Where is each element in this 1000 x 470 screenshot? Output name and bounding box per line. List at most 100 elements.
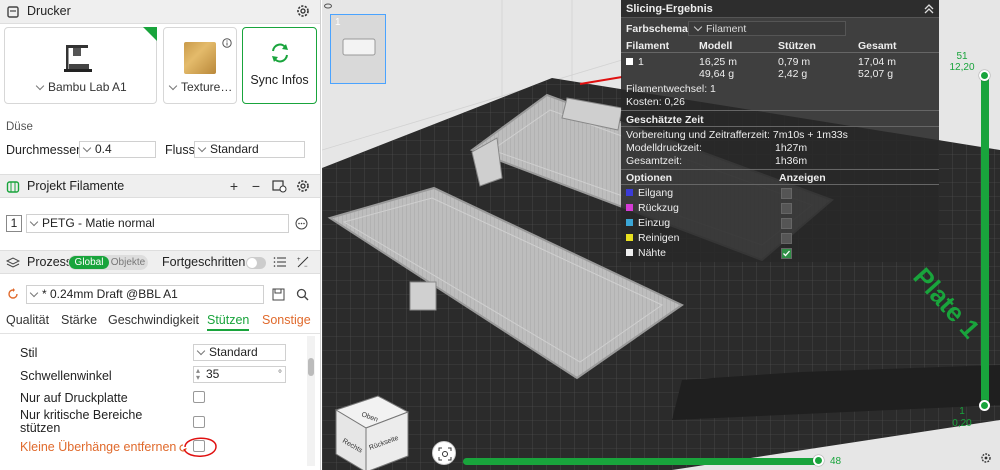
costs: Kosten: 0,26 [626, 96, 685, 108]
compare-icon[interactable]: +− [295, 254, 311, 270]
einzug-swatch [626, 219, 633, 226]
diameter-dropdown[interactable]: 0.4 [79, 141, 156, 158]
filament-index-badge[interactable]: 1 [6, 215, 22, 232]
threshold-input[interactable]: ▴ ▾ 35 ° [193, 366, 286, 383]
printer-selected-corner [143, 27, 157, 41]
tab-speed[interactable]: Geschwindigkeit [108, 313, 199, 327]
filament-dropdown[interactable]: PETG - Matie normal [26, 214, 289, 233]
view-cube: Oben Rechts Rückseite [334, 395, 410, 470]
slider-settings-gear-icon[interactable] [980, 452, 992, 464]
process-tabs: Qualität Stärke Geschwindigkeit Stützen … [0, 313, 320, 331]
top-layer-height: 12,20 [949, 62, 975, 73]
thumbnail-toggle-icon[interactable] [324, 2, 332, 10]
color-scheme-value: Filament [706, 23, 747, 35]
highlight-circle [183, 437, 217, 457]
show-reinigen-checkbox[interactable] [781, 233, 792, 244]
tab-quality[interactable]: Qualität [6, 313, 49, 327]
option-reinigen: Reinigen [626, 232, 679, 244]
preview-mode-button[interactable] [432, 441, 456, 465]
profile-reset-icon[interactable] [7, 288, 19, 300]
option-einzug-label: Einzug [638, 217, 671, 229]
filament-row-label: 1 [626, 56, 644, 68]
show-rueckzug-checkbox[interactable] [781, 203, 792, 214]
search-icon[interactable] [296, 288, 309, 301]
support-length: 0,79 m [778, 56, 811, 68]
settings-scrollbar[interactable] [307, 336, 315, 466]
show-einzug-checkbox[interactable] [781, 218, 792, 229]
filament-more-icon[interactable] [295, 217, 308, 230]
printer-image [64, 45, 92, 72]
style-label: Stil [20, 346, 38, 360]
threshold-spinner-icon[interactable]: ▴ ▾ [196, 367, 206, 382]
printer-name: Bambu Lab A1 [48, 80, 127, 94]
on-plate-checkbox[interactable] [193, 391, 205, 403]
tabs-divider [0, 333, 320, 334]
model-time-value: 1h27m [775, 142, 808, 154]
estimated-time-title: Geschätzte Zeit [626, 114, 704, 126]
style-value: Standard [209, 345, 258, 359]
info-icon[interactable] [222, 38, 232, 48]
printer-settings-gear-icon[interactable] [295, 3, 311, 19]
option-reinigen-label: Reinigen [638, 232, 680, 244]
slicing-result-panel: Slicing-Ergebnis Farbschema Filament Fil… [621, 0, 939, 262]
collapse-chevron-icon[interactable] [924, 4, 934, 14]
tab-strength[interactable]: Stärke [61, 313, 97, 327]
save-profile-icon[interactable] [272, 288, 285, 301]
bottom-layer-height: 0,20 [952, 418, 972, 429]
global-objects-toggle[interactable]: Global Objekte [68, 255, 148, 270]
color-scheme-label: Farbschema [626, 23, 688, 35]
toggle-objects[interactable]: Objekte [109, 256, 147, 269]
filament-settings-gear-icon[interactable] [295, 178, 311, 194]
options-header: Optionen [626, 172, 673, 184]
critical-only-checkbox[interactable] [193, 416, 205, 428]
color-scheme-dropdown[interactable]: Filament [688, 21, 846, 36]
process-profile-dropdown[interactable]: * 0.24mm Draft @BBL A1 [26, 285, 264, 304]
option-naehte: Nähte [626, 247, 666, 259]
critical-label-line-1: Nur kritische Bereiche [20, 408, 143, 422]
option-rueckzug: Rückzug [626, 202, 679, 214]
show-header: Anzeigen [779, 172, 826, 184]
add-filament-icon[interactable]: + [226, 178, 242, 194]
option-rueckzug-label: Rückzug [638, 202, 679, 214]
tab-other[interactable]: Sonstige [262, 313, 311, 327]
filament-spool-icon [6, 181, 20, 193]
filament-row-index: 1 [638, 56, 644, 68]
plate-name: Texture… [181, 80, 233, 94]
slicing-result-title: Slicing-Ergebnis [626, 3, 713, 15]
filament-sync-icon[interactable] [271, 178, 287, 194]
printer-card[interactable]: Bambu Lab A1 [4, 27, 157, 104]
process-section-header: Prozess Global Objekte Fortgeschritten +… [0, 250, 320, 274]
horizontal-slider-value: 48 [830, 456, 842, 467]
style-dropdown[interactable]: Standard [193, 344, 286, 361]
plate-dropdown[interactable]: Texture… [168, 80, 232, 94]
filament-name: PETG - Matie normal [42, 216, 155, 230]
flow-dropdown[interactable]: Standard [194, 141, 305, 158]
sync-infos-button[interactable]: Sync Infos [242, 27, 317, 104]
list-view-icon[interactable] [272, 254, 288, 270]
on-plate-label: Nur auf Druckplatte [20, 391, 128, 405]
tab-support[interactable]: Stützen [207, 313, 250, 331]
textured-plate-image [184, 42, 216, 74]
printer-dropdown[interactable]: Bambu Lab A1 [35, 80, 127, 94]
prep-time: Vorbereitung und Zeitrafferzeit: 7m10s +… [626, 129, 848, 141]
show-naehte-checkbox[interactable] [781, 248, 792, 259]
horizontal-slider-knob[interactable] [813, 455, 824, 466]
remove-filament-icon[interactable]: − [248, 178, 264, 194]
toggle-global[interactable]: Global [69, 256, 109, 269]
plate-card[interactable]: Texture… [163, 27, 237, 104]
plate-thumbnail[interactable]: 1 [330, 14, 386, 84]
eilgang-swatch [626, 189, 633, 196]
advanced-toggle[interactable] [246, 257, 266, 269]
printer-section-header: Drucker [0, 0, 320, 24]
printer-icon [7, 6, 19, 18]
bottom-layer-number: 1 [959, 406, 965, 417]
col-filament: Filament [626, 40, 670, 52]
vertical-layer-slider[interactable] [981, 74, 989, 407]
scrollbar-thumb[interactable] [308, 358, 314, 376]
horizontal-layer-slider[interactable] [463, 458, 818, 465]
threshold-label: Schwellenwinkel [20, 369, 112, 383]
show-eilgang-checkbox[interactable] [781, 188, 792, 199]
total-time-value: 1h36m [775, 155, 808, 167]
model-weight: 49,64 g [699, 68, 735, 80]
flow-label: Fluss [165, 143, 195, 157]
